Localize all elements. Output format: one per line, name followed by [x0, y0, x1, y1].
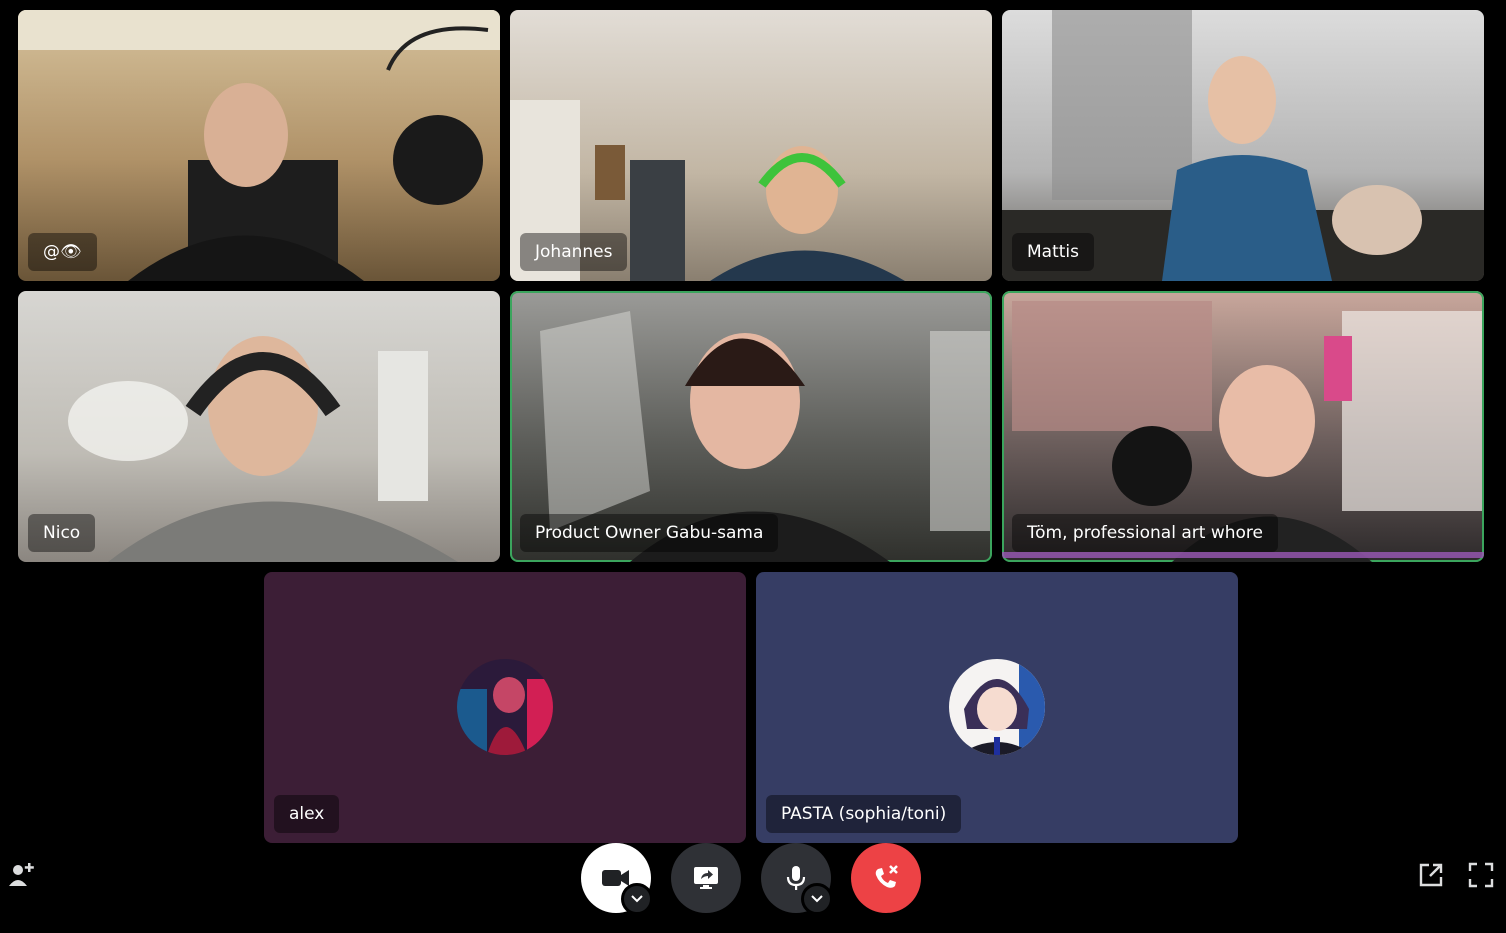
disconnect-phone-icon [875, 865, 898, 888]
participant-name-tag: Product Owner Gabu-sama [520, 514, 779, 552]
disconnect-button[interactable] [851, 843, 921, 913]
participant-name-tag: alex [274, 795, 340, 833]
participant-name-tag: Nico [28, 514, 96, 552]
video-tile-3[interactable]: Nico [18, 291, 500, 562]
video-tile-1[interactable]: Johannes [510, 10, 992, 281]
camera-button[interactable] [581, 843, 653, 915]
participant-name-tag: Mattis [1012, 233, 1094, 271]
video-tile-5[interactable]: Töm, professional art whore [1002, 291, 1484, 562]
camera-options-button[interactable] [621, 883, 653, 915]
participant-tile-7[interactable]: PASTA (sophia/toni) [756, 572, 1238, 843]
pop-out-icon[interactable] [1416, 860, 1446, 890]
participant-tile-6[interactable]: alex [264, 572, 746, 843]
chevron-down-icon [811, 895, 823, 903]
microphone-button[interactable] [761, 843, 833, 915]
screen-share-button[interactable] [671, 843, 741, 913]
user-avatar [949, 659, 1045, 755]
video-tile-4[interactable]: Product Owner Gabu-sama [510, 291, 992, 562]
video-tile-0[interactable]: @👁 [18, 10, 500, 281]
video-tile-2[interactable]: Mattis [1002, 10, 1484, 281]
participant-name-tag: PASTA (sophia/toni) [766, 795, 962, 833]
user-avatar [457, 659, 553, 755]
screen-share-icon [694, 867, 718, 889]
participant-name-tag: Johannes [520, 233, 628, 271]
add-friend-icon[interactable] [6, 860, 36, 890]
participant-name-tag: @👁 [28, 233, 97, 271]
chevron-down-icon [631, 895, 643, 903]
microphone-icon [786, 866, 806, 890]
participant-name-tag: Töm, professional art whore [1012, 514, 1278, 552]
fullscreen-icon[interactable] [1466, 860, 1496, 890]
microphone-options-button[interactable] [801, 883, 833, 915]
